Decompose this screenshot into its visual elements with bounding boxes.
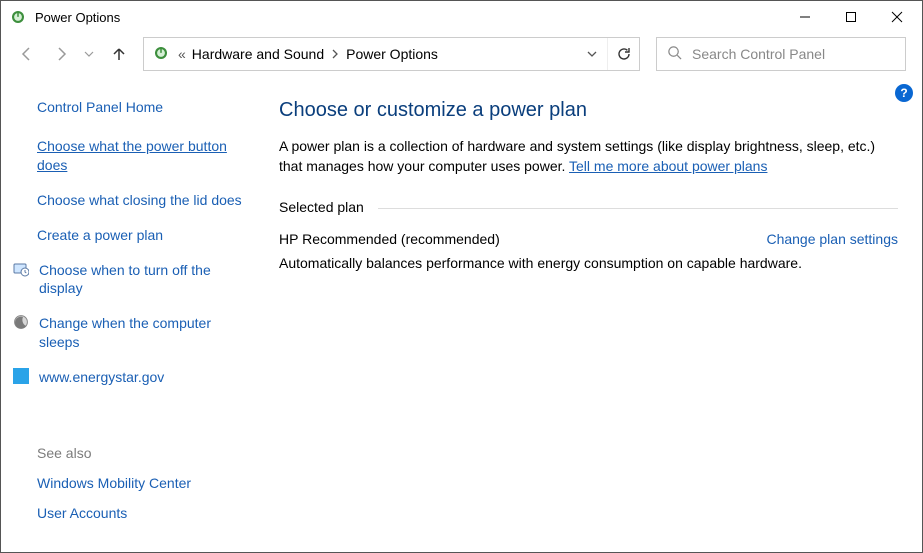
back-button[interactable]	[13, 40, 41, 68]
sidebar-link-label: Change when the computer sleeps	[39, 314, 249, 352]
sidebar-link-label: Choose when to turn off the display	[39, 261, 249, 299]
sidebar-link-label: Choose what the power button does	[37, 137, 249, 175]
address-bar-dropdown[interactable]	[577, 38, 607, 70]
sidebar-link-create-plan[interactable]: Create a power plan	[37, 226, 249, 245]
nav-row: « Hardware and Sound Power Options	[1, 33, 922, 75]
sidebar-link-display-off[interactable]: Choose when to turn off the display	[37, 261, 249, 299]
window-title: Power Options	[35, 10, 120, 25]
sidebar-link-energystar[interactable]: www.energystar.gov	[37, 368, 249, 389]
plan-description: Automatically balances performance with …	[279, 255, 898, 271]
breadcrumb: « Hardware and Sound Power Options	[178, 42, 577, 66]
forward-button[interactable]	[47, 40, 75, 68]
address-bar-icon	[144, 44, 178, 65]
breadcrumb-item-hardware[interactable]: Hardware and Sound	[190, 42, 326, 66]
close-button[interactable]	[874, 1, 920, 33]
window-controls	[782, 1, 920, 33]
titlebar: Power Options	[1, 1, 922, 33]
tell-me-more-link[interactable]: Tell me more about power plans	[569, 158, 767, 174]
up-button[interactable]	[105, 40, 133, 68]
search-box[interactable]	[656, 37, 906, 71]
sidebar-link-sleep[interactable]: Change when the computer sleeps	[37, 314, 249, 352]
change-plan-settings-link[interactable]: Change plan settings	[766, 231, 898, 247]
page-description: A power plan is a collection of hardware…	[279, 136, 898, 177]
breadcrumb-item-power[interactable]: Power Options	[344, 42, 440, 66]
refresh-button[interactable]	[607, 38, 639, 70]
see-also-mobility[interactable]: Windows Mobility Center	[37, 475, 249, 491]
recent-dropdown-button[interactable]	[81, 40, 97, 68]
sidebar-link-label: Create a power plan	[37, 226, 163, 245]
see-also-heading: See also	[37, 445, 249, 461]
search-input[interactable]	[692, 46, 895, 62]
content-area: Control Panel Home Choose what the power…	[1, 75, 922, 552]
power-options-app-icon	[9, 8, 27, 26]
main-panel: Choose or customize a power plan A power…	[261, 75, 922, 552]
search-icon	[667, 45, 682, 63]
maximize-button[interactable]	[828, 1, 874, 33]
plan-name: HP Recommended (recommended)	[279, 231, 500, 247]
see-also-user-accounts[interactable]: User Accounts	[37, 505, 249, 521]
sidebar-link-label: www.energystar.gov	[39, 368, 164, 387]
sidebar-link-label: Choose what closing the lid does	[37, 191, 242, 210]
address-bar[interactable]: « Hardware and Sound Power Options	[143, 37, 640, 71]
control-panel-home-link[interactable]: Control Panel Home	[37, 99, 249, 115]
page-heading: Choose or customize a power plan	[279, 99, 898, 122]
section-label-text: Selected plan	[279, 199, 364, 215]
sidebar: Control Panel Home Choose what the power…	[1, 75, 261, 552]
sidebar-link-power-button[interactable]: Choose what the power button does	[37, 137, 249, 175]
selected-plan-section: Selected plan	[279, 199, 898, 215]
sidebar-link-lid[interactable]: Choose what closing the lid does	[37, 191, 249, 210]
minimize-button[interactable]	[782, 1, 828, 33]
energystar-icon	[13, 368, 31, 389]
breadcrumb-prefix: «	[178, 46, 186, 62]
divider	[378, 208, 898, 209]
chevron-right-icon	[330, 46, 340, 62]
display-timer-icon	[13, 261, 31, 282]
plan-row: HP Recommended (recommended) Change plan…	[279, 231, 898, 247]
moon-icon	[13, 314, 31, 335]
